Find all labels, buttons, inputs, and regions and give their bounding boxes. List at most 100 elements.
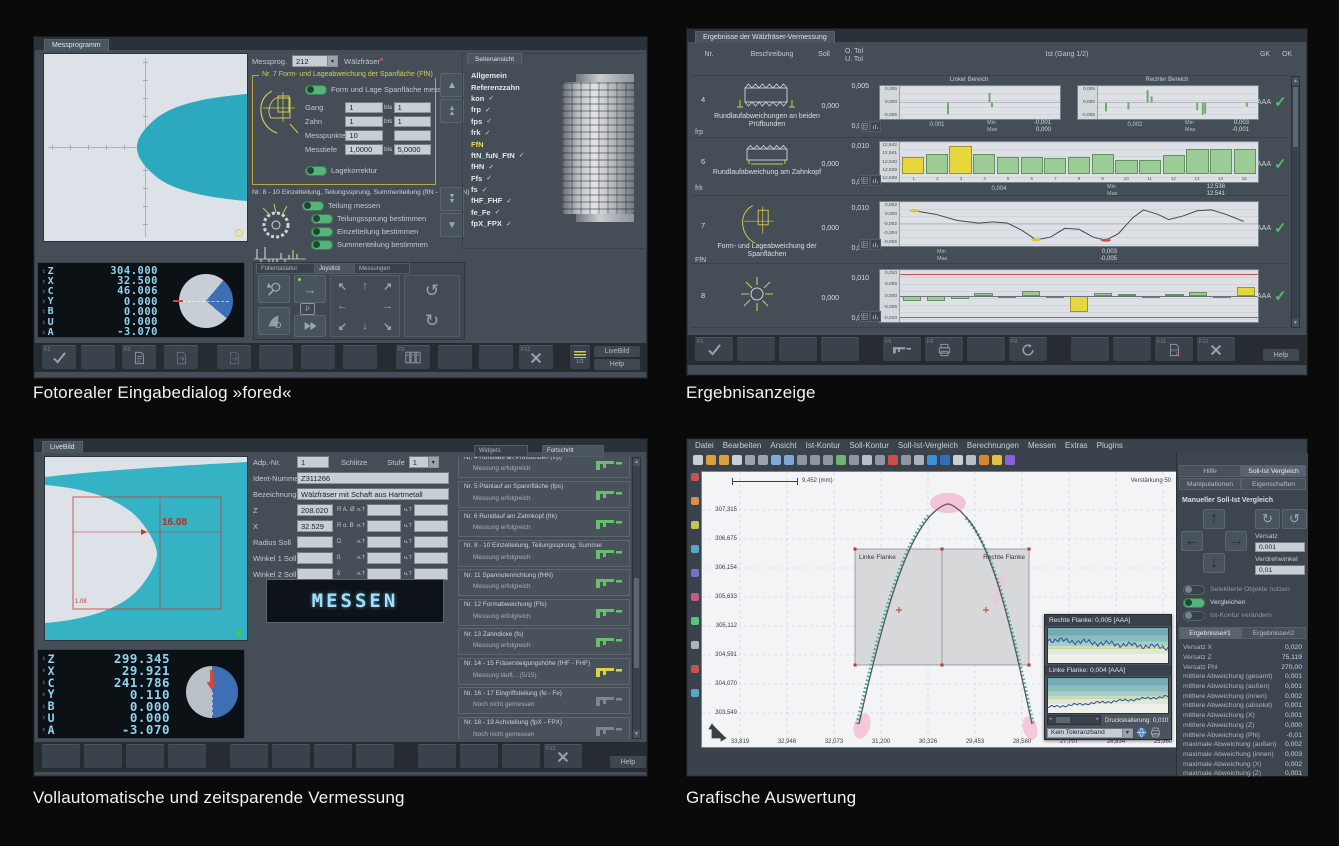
f12-cancel-button[interactable]: F12 (519, 345, 553, 369)
upper-tol-input[interactable] (367, 520, 401, 532)
help-button[interactable]: Help (594, 359, 640, 370)
jog-down-left-icon[interactable]: ↙ (338, 320, 347, 333)
toolbar-icon[interactable] (901, 455, 911, 465)
side-view-item[interactable]: frk ✓ (471, 127, 525, 138)
p4-left-icons[interactable] (689, 473, 700, 697)
field-input-2[interactable]: 1 (394, 116, 431, 127)
f10-button[interactable] (438, 345, 472, 369)
toolbar-icon[interactable] (758, 455, 768, 465)
verdrehwinkel-input[interactable]: 0,01 (1255, 565, 1305, 575)
side-view-item[interactable]: Allgemein (471, 70, 525, 81)
toolbar-icon[interactable] (691, 497, 699, 505)
toolbar-icon[interactable] (979, 455, 989, 465)
toolbar-icon[interactable] (875, 455, 885, 465)
f2-button[interactable] (737, 337, 775, 361)
progress-item[interactable]: Nr. 4 Rundlauf an Prüfbunden (frp) Messu… (458, 457, 630, 478)
shift-down-button[interactable]: ↓ (1203, 553, 1225, 573)
toolbar-icon[interactable] (691, 689, 699, 697)
shift-up-button[interactable]: ↑ (1203, 509, 1225, 529)
tab-fortschritt[interactable]: Fortschritt (542, 445, 604, 457)
move-right-button[interactable]: → (294, 275, 326, 303)
progress-item[interactable]: Nr. 16 - 17 Eingriffsteilung (fe - Fe) N… (458, 687, 630, 714)
progress-item[interactable]: Nr. 6 Rundlauf am Zahnkopf (frk) Messung… (458, 510, 630, 537)
f10-button[interactable] (1113, 337, 1151, 361)
side-view-item[interactable]: ftN_fuN_FtN ✓ (471, 150, 525, 161)
tab-ergebnisse-2[interactable]: Ergebnisse#2 (1241, 627, 1306, 639)
f3-document-button[interactable]: F3 (122, 345, 156, 369)
field-input[interactable]: 1 (345, 116, 382, 127)
side-view-item[interactable]: fHN ✓ (471, 161, 525, 172)
bezeichnung-input[interactable]: Wälzfräser mit Schaft aus Hartmetall (297, 488, 449, 500)
f4-button[interactable] (168, 744, 206, 768)
lower-tol-input[interactable] (414, 536, 448, 548)
jog-down-icon[interactable]: ↓ (362, 320, 368, 332)
tab-soll-ist-vergleich[interactable]: Soll-Ist Vergleich (1241, 465, 1306, 477)
mini-scrollbar[interactable]: ◂ ▸ (1047, 715, 1101, 725)
side-view-item[interactable]: fe_Fe ✓ (471, 207, 525, 218)
tab-widgets[interactable]: Widgets (474, 445, 528, 457)
menu-item[interactable]: Soll-Kontur (849, 441, 889, 450)
menu-item[interactable]: Messen (1028, 441, 1056, 450)
toolbar-icon[interactable] (836, 455, 846, 465)
menu-item[interactable]: Plugins (1097, 441, 1123, 450)
teilung-toggle[interactable] (302, 201, 324, 211)
axis-input[interactable] (297, 536, 333, 548)
tab-ergebnisse-1[interactable]: Ergebnisse#1 (1179, 627, 1241, 639)
side-view-item[interactable]: Referenzzahn (471, 81, 525, 92)
teilung-toggle[interactable] (311, 227, 333, 237)
toolbar-icon[interactable] (849, 455, 859, 465)
tab-messungen[interactable]: Messungen (354, 263, 410, 274)
f7-button[interactable] (967, 337, 1005, 361)
f5-copy-button[interactable] (217, 345, 251, 369)
toolbar-icon[interactable] (1005, 455, 1015, 465)
tab-livebild[interactable]: LiveBild (42, 441, 83, 453)
f1-confirm-button[interactable]: F1 (695, 337, 733, 361)
toolbar-icon[interactable] (693, 455, 703, 465)
scroll-double-up-button[interactable]: ▲▲ (440, 99, 464, 123)
tab-seitenansicht[interactable]: Seitenansicht (467, 53, 522, 64)
menu-item[interactable]: Ist-Kontur (806, 441, 841, 450)
menu-item[interactable]: Extras (1065, 441, 1088, 450)
f5-button[interactable] (230, 744, 268, 768)
side-view-item[interactable]: Ffs ✓ (471, 173, 525, 184)
f12-cancel-button[interactable]: F12 (1197, 337, 1235, 361)
toolbar-icon[interactable] (810, 455, 820, 465)
toolbar-icon[interactable] (691, 569, 699, 577)
toolbar-icon[interactable] (691, 665, 699, 673)
toolbar-icon[interactable] (691, 545, 699, 553)
f12-cancel-button[interactable]: F12 (544, 744, 582, 768)
lower-tol-input[interactable] (414, 552, 448, 564)
comparison-toggle[interactable] (1183, 611, 1205, 621)
toolbar-icon[interactable] (784, 455, 794, 465)
toolbar-icon[interactable] (706, 455, 716, 465)
f2-button[interactable] (84, 744, 122, 768)
jog-up-icon[interactable]: ↑ (362, 280, 368, 292)
progress-item[interactable]: Nr. 18 - 19 Achsteilung (fpX - FPX) Noch… (458, 717, 630, 740)
scroll-up-button[interactable]: ▲ (440, 73, 464, 97)
jog-down-right-icon[interactable]: ↘ (383, 320, 392, 333)
field-input[interactable]: 10 (345, 130, 382, 141)
toolbar-icon[interactable] (992, 455, 1002, 465)
help-button[interactable]: Help (610, 756, 646, 768)
messen-button[interactable]: MESSEN (266, 579, 444, 623)
toolbar-icon[interactable] (966, 455, 976, 465)
scroll-double-down-button[interactable]: ▼▼ (440, 187, 464, 211)
livebild-button[interactable]: LiveBild (594, 346, 640, 357)
tab-folientastatur[interactable]: Folientastatur (256, 263, 322, 274)
toolbar-icon[interactable] (691, 641, 699, 649)
lower-tol-input[interactable] (414, 520, 448, 532)
f10-button[interactable] (460, 744, 498, 768)
f3-button[interactable] (126, 744, 164, 768)
chart-view-icon[interactable] (870, 121, 881, 132)
chart-view-icon[interactable] (870, 311, 881, 322)
f11-button[interactable] (502, 744, 540, 768)
menu-item[interactable]: Datei (695, 441, 714, 450)
toolbar-icon[interactable] (691, 521, 699, 529)
comparison-toggle[interactable] (1183, 585, 1205, 595)
upper-tol-input[interactable] (367, 504, 401, 516)
jog-up-left-icon[interactable]: ↖ (338, 280, 347, 293)
toolbar-icon[interactable] (940, 455, 950, 465)
lower-tol-input[interactable] (414, 504, 448, 516)
f2-button[interactable] (81, 345, 115, 369)
f8-button[interactable] (343, 345, 377, 369)
